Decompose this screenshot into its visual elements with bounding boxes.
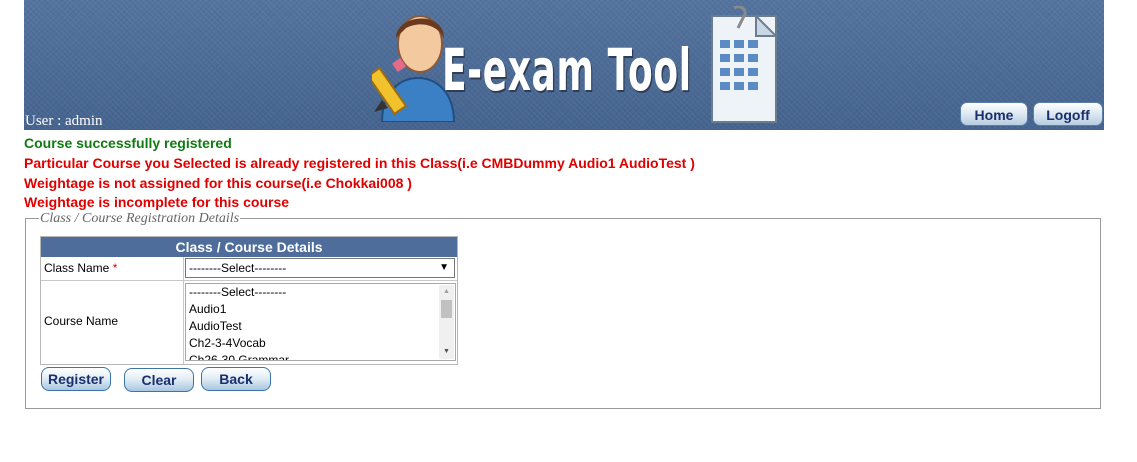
listbox-scrollbar[interactable]: ▲ ▼ bbox=[439, 285, 454, 359]
error-message-already-registered: Particular Course you Selected is alread… bbox=[24, 155, 695, 171]
course-name-listbox[interactable]: --------Select-------- Audio1 AudioTest … bbox=[185, 283, 456, 361]
clear-button[interactable]: Clear bbox=[124, 368, 194, 392]
course-name-label: Course Name bbox=[44, 314, 119, 328]
table-title: Class / Course Details bbox=[41, 237, 457, 257]
class-name-select[interactable]: --------Select-------- ▼ bbox=[185, 258, 455, 278]
spreadsheet-icon bbox=[711, 6, 779, 123]
dropdown-arrow-icon: ▼ bbox=[439, 262, 449, 273]
scrollbar-thumb[interactable] bbox=[441, 300, 452, 318]
header-banner: E-exam Tool User : admin Home Logoff bbox=[24, 0, 1104, 130]
register-button[interactable]: Register bbox=[41, 367, 111, 391]
current-user-label: User : admin bbox=[25, 113, 103, 129]
column-divider bbox=[183, 257, 184, 364]
class-course-table: Class / Course Details Class Name * ----… bbox=[40, 236, 458, 365]
back-button[interactable]: Back bbox=[201, 367, 271, 391]
course-option[interactable]: --------Select-------- bbox=[189, 285, 286, 299]
fieldset-legend: Class / Course Registration Details bbox=[39, 211, 241, 227]
class-name-label-text: Class Name bbox=[44, 261, 110, 275]
error-message-weightage-incomplete: Weightage is incomplete for this course bbox=[24, 194, 290, 210]
error-message-weightage-not-assigned: Weightage is not assigned for this cours… bbox=[24, 175, 412, 191]
scroll-up-arrow-icon[interactable]: ▲ bbox=[439, 285, 454, 299]
course-option[interactable]: Audio1 bbox=[189, 302, 226, 316]
required-marker: * bbox=[112, 261, 118, 275]
home-button[interactable]: Home bbox=[960, 102, 1028, 126]
row-divider bbox=[41, 280, 457, 281]
course-option[interactable]: Ch2-3-4Vocab bbox=[189, 336, 266, 350]
logoff-button[interactable]: Logoff bbox=[1033, 102, 1103, 126]
course-option[interactable]: Ch26-30 Grammar bbox=[189, 353, 289, 360]
class-name-label: Class Name * bbox=[44, 261, 117, 275]
logo-title: E-exam Tool bbox=[442, 36, 692, 104]
scroll-down-arrow-icon[interactable]: ▼ bbox=[439, 345, 454, 359]
course-option[interactable]: AudioTest bbox=[189, 319, 242, 333]
class-name-selected-value: --------Select-------- bbox=[189, 261, 287, 275]
success-message: Course successfully registered bbox=[24, 135, 232, 151]
